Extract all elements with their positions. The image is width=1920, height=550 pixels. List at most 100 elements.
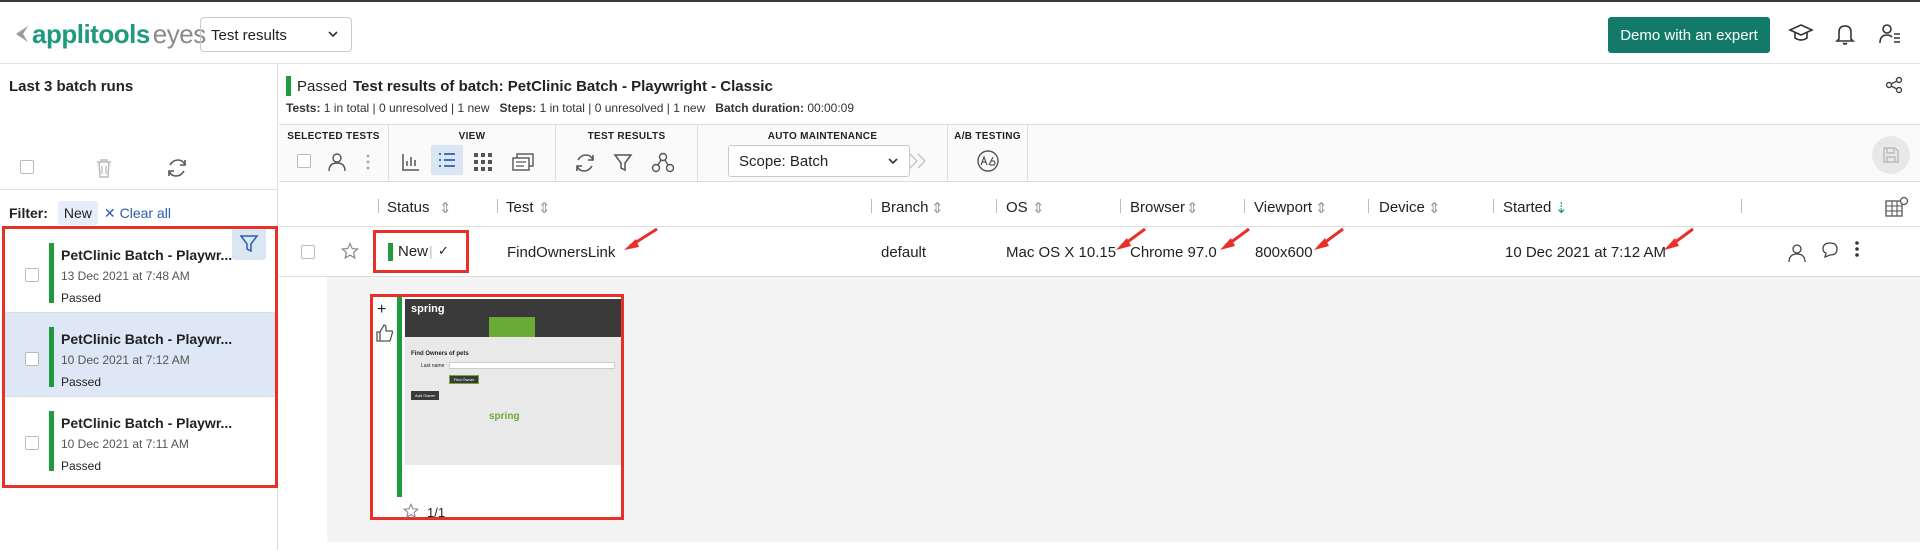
screenshot-preview: spring Find Owners of pets Last name Fin…: [405, 299, 621, 465]
save-button[interactable]: [1872, 136, 1910, 174]
bell-icon[interactable]: [1834, 22, 1856, 46]
details-view-icon[interactable]: [511, 152, 535, 172]
column-divider: [1741, 199, 1742, 213]
row-checkbox[interactable]: [301, 245, 315, 259]
column-branch[interactable]: Branch: [881, 199, 929, 216]
page-select[interactable]: Test results: [200, 17, 352, 52]
batch-toolbar: [0, 144, 278, 260]
steps-label: Steps:: [499, 101, 537, 115]
trash-icon[interactable]: [95, 158, 113, 178]
step-counter: 1/1: [427, 505, 446, 520]
tests-new: 1 new: [457, 101, 490, 115]
list-view-button[interactable]: [431, 145, 463, 175]
assign-user-icon[interactable]: [327, 152, 347, 172]
tutorial-hat-icon[interactable]: [1788, 22, 1814, 46]
row-test-name: FindOwnersLink: [507, 244, 616, 261]
auto-maintenance-label: AUTO MAINTENANCE: [767, 131, 878, 142]
column-settings-icon[interactable]: [1885, 196, 1909, 218]
share-icon[interactable]: [1885, 76, 1903, 94]
shot-nav-active: [489, 317, 535, 337]
ab-testing-label: A/B TESTING: [954, 131, 1021, 142]
column-device[interactable]: Device: [1379, 199, 1425, 216]
shot-field-label: Last name: [421, 363, 445, 369]
new-bar: [388, 243, 393, 261]
batch-checkbox[interactable]: [25, 436, 39, 450]
save-icon: [1883, 147, 1899, 163]
batch-item-selected[interactable]: PetClinic Batch - Playwr... 10 Dec 2021 …: [5, 313, 275, 397]
group-by-icon[interactable]: [651, 152, 675, 174]
star-icon[interactable]: [341, 242, 359, 260]
column-divider: [497, 199, 498, 213]
status-divider: |: [429, 243, 433, 259]
batch-status: Passed: [61, 459, 102, 473]
column-test[interactable]: Test: [506, 199, 534, 216]
thumbs-up-icon[interactable]: [375, 323, 395, 343]
ab-compare-icon[interactable]: [976, 149, 1000, 173]
demo-button[interactable]: Demo with an expert: [1608, 17, 1770, 53]
passed-bar: [49, 327, 54, 387]
clear-all-link[interactable]: Clear all: [120, 205, 171, 221]
batch-item[interactable]: PetClinic Batch - Playwr... 10 Dec 2021 …: [5, 397, 275, 481]
sort-icon[interactable]: ⇕: [1032, 199, 1045, 217]
applitools-logo[interactable]: applitools eyes: [14, 18, 206, 50]
shot-footer-logo: spring: [489, 411, 520, 422]
batch-date: 10 Dec 2021 at 7:11 AM: [61, 437, 189, 451]
test-results-group: TEST RESULTS: [556, 125, 698, 182]
scope-select[interactable]: Scope: Batch: [728, 145, 910, 177]
sort-icon[interactable]: ⇕: [931, 199, 944, 217]
column-divider: [996, 199, 997, 213]
sort-icon[interactable]: ⇕: [439, 199, 452, 217]
more-vertical-icon[interactable]: [365, 152, 371, 172]
filter-results-icon[interactable]: [613, 152, 633, 172]
passed-bar: [49, 243, 54, 303]
sort-icon[interactable]: ⇕: [1186, 199, 1199, 217]
chevron-down-icon: [328, 31, 338, 38]
column-divider: [871, 199, 872, 213]
batch-checkbox[interactable]: [25, 268, 39, 282]
step-thumbnail[interactable]: + spring Find Owners of pets Last name F…: [370, 294, 624, 520]
active-filters: Filter: New ✕ Clear all: [9, 201, 171, 225]
batch-duration: 00:00:09: [807, 101, 855, 115]
selected-tests-label: SELECTED TESTS: [287, 131, 380, 142]
view-group: VIEW: [389, 125, 556, 182]
refresh-icon[interactable]: [166, 157, 188, 179]
accept-check-icon[interactable]: ✓: [438, 243, 449, 259]
select-all-tests-checkbox[interactable]: [297, 154, 311, 168]
chart-view-icon[interactable]: [401, 152, 421, 172]
sort-icon[interactable]: ⇕: [1428, 199, 1441, 217]
column-divider: [1493, 199, 1494, 213]
batch-item[interactable]: PetClinic Batch - Playwr... 13 Dec 2021 …: [5, 229, 275, 313]
sort-icon[interactable]: ⇕: [538, 199, 551, 217]
annotation-arrow: [624, 227, 658, 250]
comment-icon[interactable]: [1821, 240, 1839, 258]
column-viewport[interactable]: Viewport: [1254, 199, 1312, 216]
column-divider: [1244, 199, 1245, 213]
row-branch: default: [881, 244, 927, 261]
assign-user-icon[interactable]: [1788, 243, 1806, 263]
more-vertical-icon[interactable]: [1854, 240, 1860, 260]
plus-icon[interactable]: +: [377, 301, 386, 319]
column-started[interactable]: Started: [1503, 199, 1551, 216]
passed-bar: [49, 411, 54, 471]
sort-icon[interactable]: ⇕: [1315, 199, 1328, 217]
annotation-arrow: [1220, 227, 1250, 250]
select-all-checkbox[interactable]: [20, 160, 34, 174]
batch-date: 13 Dec 2021 at 7:48 AM: [61, 269, 190, 283]
duration-label: Batch duration:: [715, 101, 804, 115]
status-badge[interactable]: New | ✓: [373, 230, 469, 273]
filter-chip-new[interactable]: New: [57, 201, 98, 225]
column-browser[interactable]: Browser: [1130, 199, 1185, 216]
sort-desc-icon[interactable]: ⇣: [1555, 199, 1568, 217]
close-icon[interactable]: ✕: [104, 205, 116, 222]
column-os[interactable]: OS: [1006, 199, 1028, 216]
batch-status: Passed: [61, 291, 102, 305]
star-icon[interactable]: [403, 503, 419, 519]
column-divider: [1368, 199, 1369, 213]
batch-checkbox[interactable]: [25, 352, 39, 366]
batch-panel-title: Last 3 batch runs: [9, 78, 134, 95]
refresh-results-icon[interactable]: [574, 152, 596, 174]
column-status[interactable]: Status: [387, 199, 430, 216]
user-settings-icon[interactable]: [1878, 22, 1902, 46]
annotation-arrow: [1314, 227, 1344, 250]
grid-view-icon[interactable]: [473, 152, 493, 172]
